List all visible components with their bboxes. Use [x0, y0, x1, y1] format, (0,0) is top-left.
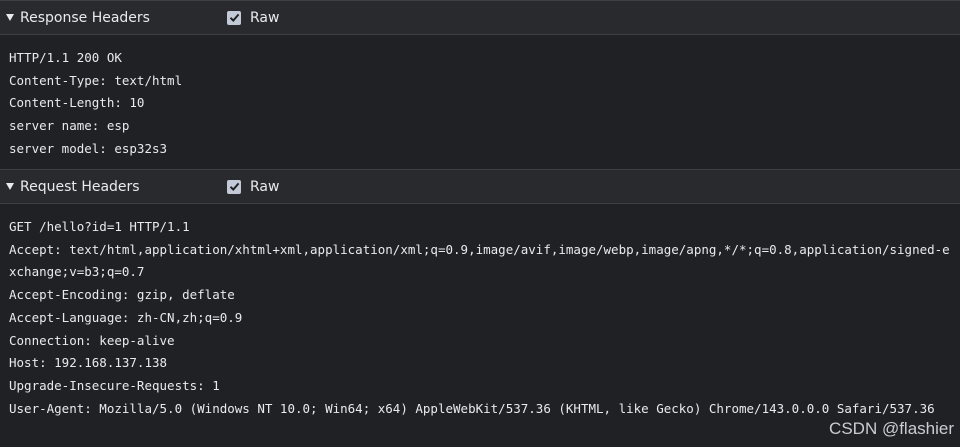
request-headers-title: Request Headers [20, 178, 140, 195]
request-raw-checkbox[interactable] [227, 179, 241, 194]
header-line: Content-Length: 10 [9, 95, 145, 111]
expand-triangle-icon [6, 14, 14, 21]
request-headers-header: Request Headers Raw [0, 169, 960, 204]
response-raw-checkbox[interactable] [227, 10, 241, 25]
header-line: Content-Type: text/html [9, 72, 183, 88]
expand-triangle-icon [6, 183, 14, 190]
header-line: Upgrade-Insecure-Requests: 1 [9, 377, 220, 393]
header-line: Accept-Encoding: gzip, deflate [9, 287, 235, 303]
request-raw-label: Raw [250, 178, 280, 195]
response-headers-raw: HTTP/1.1 200 OK Content-Type: text/html Co… [9, 47, 957, 161]
header-line: server name: esp [9, 118, 130, 134]
request-headers-raw: GET /hello?id=1 HTTP/1.1 Accept: text/htm… [9, 216, 957, 420]
request-headers-toggle[interactable]: Request Headers [6, 170, 140, 203]
header-line: Host: 192.168.137.138 [9, 355, 168, 371]
checkmark-icon [229, 182, 239, 191]
response-headers-header: Response Headers Raw [0, 0, 960, 35]
response-raw-label: Raw [250, 9, 280, 26]
watermark: CSDN @flashier [829, 419, 954, 438]
header-line: server model: esp32s3 [9, 140, 168, 156]
response-headers-title: Response Headers [20, 9, 150, 26]
header-line: Connection: keep-alive [9, 332, 175, 348]
header-line: Accept: text/html,application/xhtml+xml,… [9, 241, 950, 280]
request-raw-toggle[interactable]: Raw [227, 170, 279, 203]
header-line: HTTP/1.1 200 OK [9, 50, 122, 65]
response-raw-toggle[interactable]: Raw [227, 1, 279, 34]
header-line: Accept-Language: zh-CN,zh;q=0.9 [9, 309, 243, 325]
checkmark-icon [229, 13, 239, 22]
header-line: GET /hello?id=1 HTTP/1.1 [9, 219, 190, 234]
response-headers-toggle[interactable]: Response Headers [6, 1, 150, 34]
header-line: User-Agent: Mozilla/5.0 (Windows NT 10.0… [9, 400, 935, 416]
